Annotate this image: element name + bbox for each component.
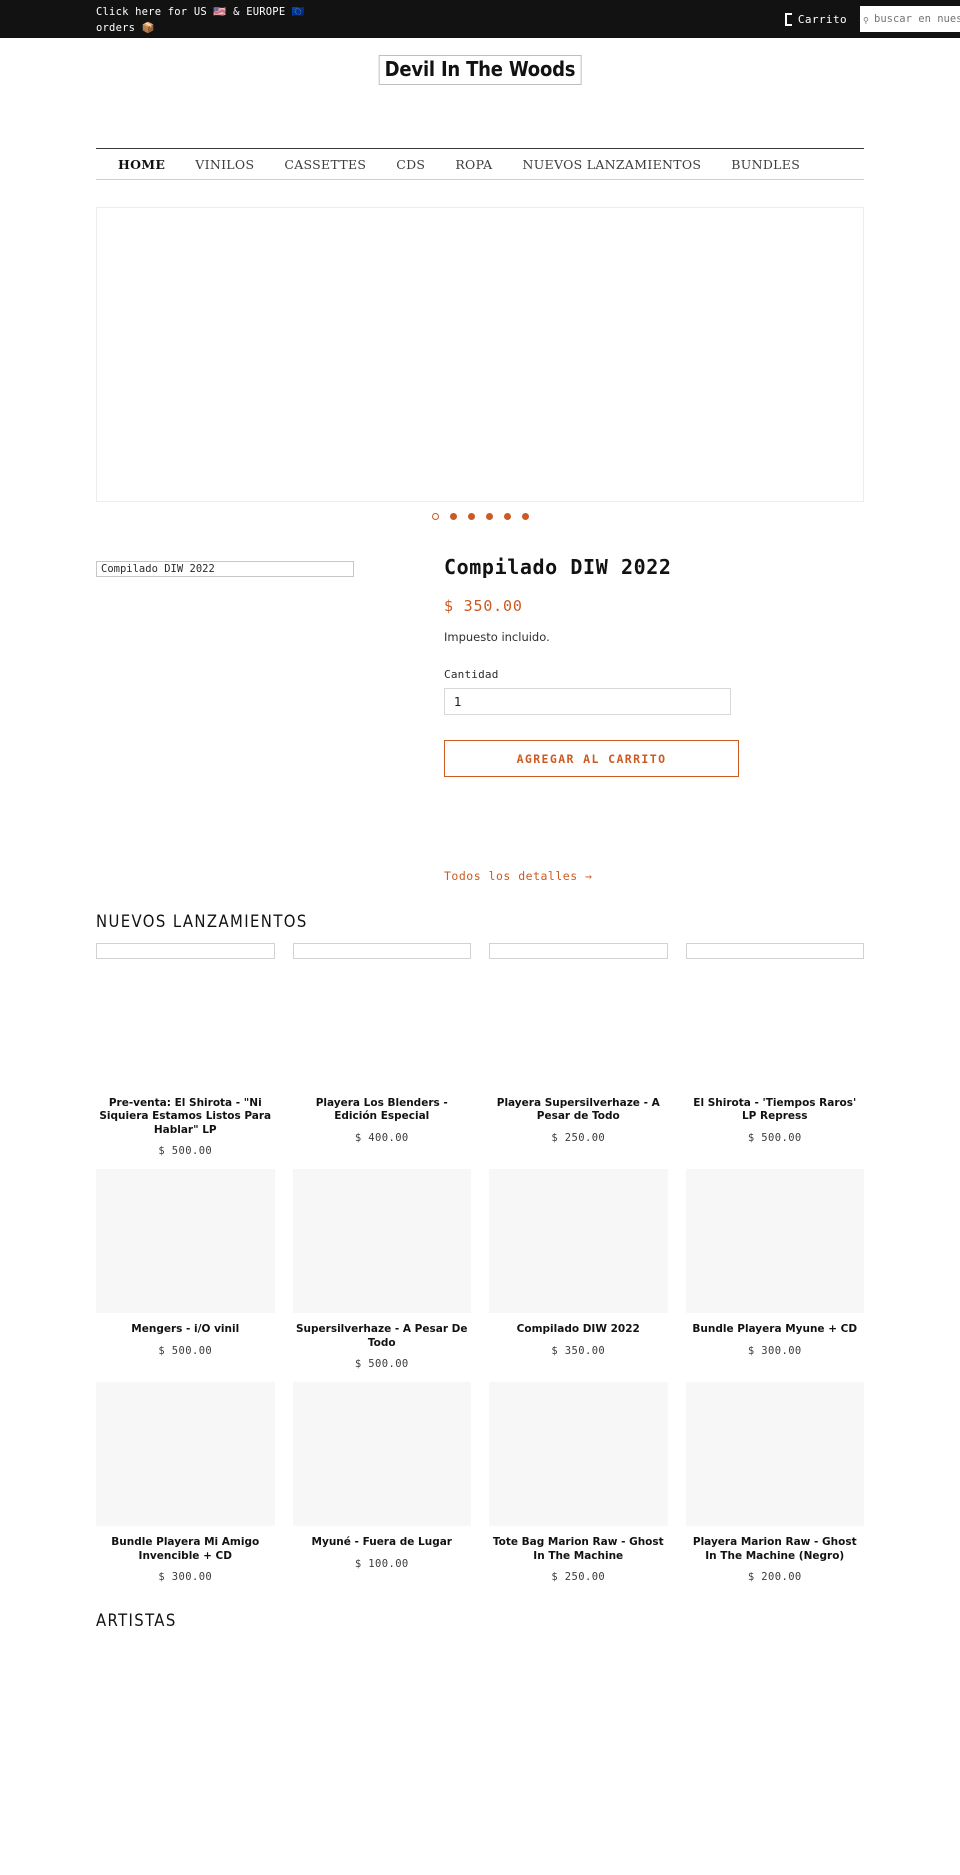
product-title: Compilado DIW 2022 (444, 555, 672, 579)
product-card[interactable]: Tote Bag Marion Raw - Ghost In The Machi… (489, 1382, 668, 1583)
product-card-image[interactable] (96, 1169, 275, 1314)
product-card-price: $ 350.00 (551, 1344, 606, 1357)
product-card[interactable]: Bundle Playera Mi Amigo Invencible + CD $… (96, 1382, 275, 1583)
featured-product: Compilado DIW 2022 Compilado DIW 2022 $ … (96, 555, 864, 884)
product-card[interactable]: Myuné - Fuera de Lugar $ 100.00 (292, 1382, 471, 1583)
product-card-title[interactable]: Playera Supersilverhaze - A Pesar de Tod… (489, 1097, 668, 1124)
product-card-price: $ 250.00 (551, 1571, 606, 1584)
product-card-image[interactable] (96, 1382, 275, 1527)
add-to-cart-button[interactable]: AGREGAR AL CARRITO (444, 740, 739, 777)
view-details-link[interactable]: Todos los detalles → (444, 869, 592, 883)
product-card-title[interactable]: Bundle Playera Myune + CD (690, 1323, 859, 1336)
product-card-title[interactable]: Mengers - i/O vinil (129, 1323, 241, 1336)
product-grid-row: Pre-venta: El Shirota - "Ni Siquiera Est… (96, 943, 864, 1157)
product-card-image[interactable] (685, 1382, 864, 1527)
section-heading: ARTISTAS (96, 1611, 177, 1631)
collection-sections: NUEVOS LANZAMIENTOS Pre-venta: El Shirota… (96, 912, 864, 1630)
nav-item-cassettes[interactable]: CASSETTES (284, 157, 366, 172)
cart-icon (784, 12, 792, 26)
product-card[interactable]: Playera Los Blenders - Edición Especial $… (292, 943, 472, 1157)
product-card-image-alt (96, 943, 275, 959)
product-card-price: $ 500.00 (158, 1145, 213, 1158)
product-grid-row: Bundle Playera Mi Amigo Invencible + CD $… (96, 1382, 864, 1583)
product-card-title[interactable]: Bundle Playera Mi Amigo Invencible + CD (96, 1536, 275, 1563)
announcement-text[interactable]: Click here for US 🇺🇸 & EUROPE 🇪🇺 orders … (96, 4, 326, 36)
product-card-title[interactable]: Supersilverhaze - A Pesar De Todo (293, 1323, 472, 1350)
carousel-dot-5[interactable] (503, 513, 511, 520)
nav-item-ropa[interactable]: ROPA (455, 157, 492, 172)
product-card-title[interactable]: Playera Los Blenders - Edición Especial (293, 1097, 472, 1124)
product-price: $ 350.00 (444, 597, 523, 615)
site-logo[interactable]: Devil In The Woods (378, 55, 582, 85)
announcement-actions: Carrito ⚲ (784, 0, 960, 38)
product-card-price: $ 250.00 (551, 1131, 606, 1144)
quantity-input[interactable] (444, 688, 731, 715)
quantity-label: Cantidad (444, 668, 499, 681)
section-heading: NUEVOS LANZAMIENTOS (96, 912, 308, 931)
announcement-bar: Click here for US 🇺🇸 & EUROPE 🇪🇺 orders … (0, 0, 960, 38)
search-box[interactable]: ⚲ (860, 6, 960, 32)
carousel-dot-1[interactable] (431, 513, 439, 520)
product-card-image-alt (292, 943, 471, 959)
product-card-title[interactable]: Myuné - Fuera de Lugar (310, 1536, 454, 1549)
carousel-dot-3[interactable] (467, 513, 475, 520)
search-input[interactable] (860, 6, 960, 32)
product-card[interactable]: Pre-venta: El Shirota - "Ni Siquiera Est… (96, 943, 275, 1157)
product-card[interactable]: Playera Supersilverhaze - A Pesar de Tod… (489, 943, 668, 1157)
product-card-image[interactable] (489, 943, 668, 1087)
product-card-price: $ 400.00 (354, 1131, 409, 1144)
product-card-image[interactable] (489, 1382, 668, 1527)
product-card-price: $ 200.00 (747, 1571, 802, 1584)
nav-item-home[interactable]: HOME (118, 157, 165, 172)
product-card-price: $ 500.00 (354, 1358, 409, 1371)
product-card[interactable]: Supersilverhaze - A Pesar De Todo $ 500.0… (292, 1169, 472, 1371)
nav-item-vinilos[interactable]: VINILOS (195, 157, 254, 172)
featured-product-media[interactable]: Compilado DIW 2022 (96, 555, 406, 581)
product-card[interactable]: El Shirota - 'Tiempos Raros' LP Repress $… (685, 943, 865, 1157)
product-card-image[interactable] (292, 943, 471, 1087)
product-card-price: $ 300.00 (747, 1344, 802, 1357)
product-card-image[interactable] (489, 1169, 668, 1314)
nav-item-bundles[interactable]: BUNDLES (731, 157, 800, 172)
product-card-image[interactable] (292, 1382, 471, 1527)
cart-label: Carrito (797, 12, 847, 26)
product-card-title[interactable]: Playera Marion Raw - Ghost In The Machin… (686, 1536, 865, 1563)
product-grid-row: Mengers - i/O vinil $ 500.00 Supersilverha… (96, 1169, 864, 1370)
product-card[interactable]: Mengers - i/O vinil $ 500.00 (96, 1169, 275, 1370)
product-card-image[interactable] (96, 943, 275, 1087)
product-card[interactable]: Bundle Playera Myune + CD $ 300.00 (685, 1169, 864, 1370)
featured-product-info: Compilado DIW 2022 $ 350.00 Impuesto inc… (406, 555, 816, 884)
product-card-image-alt (685, 943, 864, 959)
product-card-image[interactable] (685, 1169, 864, 1314)
product-card-price: $ 100.00 (354, 1557, 409, 1570)
product-card-title[interactable]: Tote Bag Marion Raw - Ghost In The Machi… (489, 1536, 668, 1563)
carousel-dot-2[interactable] (449, 513, 457, 520)
main-navigation: HOME VINILOS CASSETTES CDS ROPA NUEVOS L… (96, 148, 864, 180)
hero-carousel[interactable] (96, 207, 864, 502)
product-card-image[interactable] (292, 1169, 471, 1314)
product-card-price: $ 500.00 (747, 1131, 802, 1144)
product-card-title[interactable]: Pre-venta: El Shirota - "Ni Siquiera Est… (96, 1097, 275, 1137)
carousel-dot-4[interactable] (485, 513, 493, 520)
cart-link[interactable]: Carrito (784, 12, 847, 26)
nav-item-cds[interactable]: CDS (396, 157, 425, 172)
product-card-title[interactable]: Compilado DIW 2022 (515, 1323, 642, 1336)
product-card-image[interactable] (685, 943, 864, 1087)
product-card-price: $ 500.00 (158, 1344, 213, 1357)
product-card-title[interactable]: El Shirota - 'Tiempos Raros' LP Repress (686, 1097, 865, 1124)
featured-product-image: Compilado DIW 2022 (96, 561, 354, 577)
product-card-image-alt (489, 943, 668, 959)
carousel-dots (96, 513, 864, 520)
tax-note: Impuesto incluido. (444, 630, 550, 644)
product-card-price: $ 300.00 (158, 1571, 213, 1584)
product-card[interactable]: Playera Marion Raw - Ghost In The Machin… (685, 1382, 865, 1584)
nav-item-nuevos-lanzamientos[interactable]: NUEVOS LANZAMIENTOS (522, 157, 701, 172)
product-card[interactable]: Compilado DIW 2022 $ 350.00 (489, 1169, 668, 1370)
site-header: Devil In The Woods (0, 38, 960, 148)
carousel-dot-6[interactable] (521, 513, 529, 520)
